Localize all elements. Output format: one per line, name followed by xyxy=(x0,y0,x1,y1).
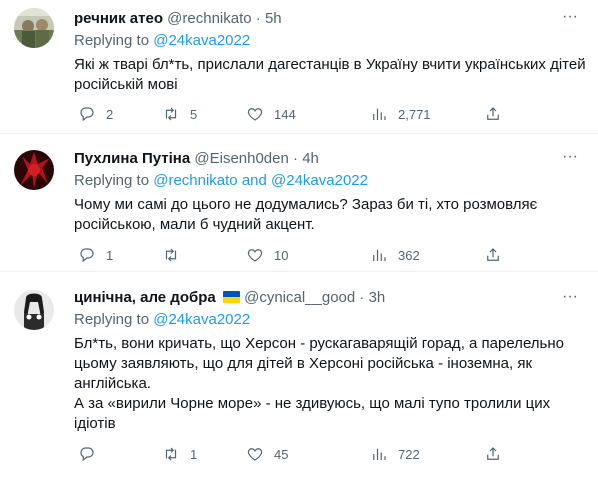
separator-dot: · xyxy=(255,10,261,27)
tweet-text-line: ідіотів xyxy=(74,415,116,432)
reply-icon xyxy=(80,447,94,462)
retweet-icon xyxy=(165,107,177,121)
tweet-actions: 1 10 362 xyxy=(74,245,504,265)
author-handle[interactable]: @cynical__good xyxy=(244,289,355,306)
like-button[interactable]: 144 xyxy=(246,104,296,124)
tweet-header: Пухлина Путіна @Eisenh0den · 4h xyxy=(74,149,586,169)
retweet-button[interactable]: 1 xyxy=(162,444,197,464)
heart-icon xyxy=(247,249,263,262)
tweet-header: цинічна, але добра @cynical__good · 3h xyxy=(74,288,586,308)
replying-to-link[interactable]: @24kava2022 xyxy=(153,32,250,49)
views-count: 362 xyxy=(398,247,420,263)
replying-to-link[interactable]: @24kava2022 xyxy=(153,311,250,328)
share-button[interactable] xyxy=(484,444,502,464)
replying-to-link[interactable]: @rechnikato and @24kava2022 xyxy=(153,172,368,189)
separator-dot: · xyxy=(293,150,299,167)
views-button[interactable]: 362 xyxy=(370,245,420,265)
author-handle[interactable]: @Eisenh0den xyxy=(194,150,288,167)
reply-button[interactable]: 2 xyxy=(78,104,113,124)
timestamp[interactable]: 5h xyxy=(265,10,282,27)
replying-to: Replying to @24kava2022 xyxy=(74,310,586,330)
heart-icon xyxy=(247,448,263,461)
replying-to-label: Replying to xyxy=(74,32,150,49)
views-count: 2,771 xyxy=(398,106,431,122)
share-icon xyxy=(487,107,499,120)
tweet-text-line: Бл*ть, вони кричать, що Херсон - рускага… xyxy=(74,335,564,352)
retweet-count: 1 xyxy=(190,446,198,462)
reply-count: 1 xyxy=(106,247,114,263)
more-options-icon[interactable]: ··· xyxy=(560,289,580,312)
reply-icon xyxy=(80,248,94,263)
ukraine-flag-icon xyxy=(222,291,240,303)
tweet-header: речник атео @rechnikato · 5h xyxy=(74,9,586,29)
tweet-text-line: Які ж тварі бл*ть, прислали дагестанців … xyxy=(74,56,586,73)
more-options-icon[interactable]: ··· xyxy=(560,9,580,32)
tweet-text-line: А за «вирили Чорне море» - не здивуюсь, … xyxy=(74,395,551,412)
reply-thread: речник атео @rechnikato · 5h Replying to… xyxy=(0,0,598,481)
heart-icon xyxy=(247,108,263,121)
views-chart-icon xyxy=(373,108,386,120)
share-button[interactable] xyxy=(484,245,502,265)
retweet-icon xyxy=(165,248,177,262)
timestamp[interactable]: 3h xyxy=(369,289,386,306)
views-chart-icon xyxy=(373,448,386,460)
tweet-text-line: англійська. xyxy=(74,375,151,392)
like-count: 10 xyxy=(274,247,289,263)
views-button[interactable]: 2,771 xyxy=(370,104,431,124)
replying-to-label: Replying to xyxy=(74,311,150,328)
separator-dot: · xyxy=(359,289,365,306)
reply-button[interactable] xyxy=(78,444,106,464)
tweet-actions: 2 5 144 2,771 xyxy=(74,104,504,124)
like-button[interactable]: 10 xyxy=(246,245,288,265)
avatar[interactable] xyxy=(14,8,54,48)
replying-to-label: Replying to xyxy=(74,172,150,189)
views-chart-icon xyxy=(373,249,386,261)
avatar-image xyxy=(14,150,54,190)
tweet-text-line: російській мові xyxy=(74,76,178,93)
tweet-text: Бл*ть, вони кричать, що Херсон - рускага… xyxy=(74,334,586,434)
views-count: 722 xyxy=(398,446,420,462)
replying-to: Replying to @24kava2022 xyxy=(74,31,586,51)
tweet[interactable]: речник атео @rechnikato · 5h Replying to… xyxy=(0,0,598,133)
tweet-text-line: Чому ми самі до цього не додумались? Зар… xyxy=(74,196,538,213)
avatar-image xyxy=(14,290,54,330)
like-count: 144 xyxy=(274,106,296,122)
tweet-text: Чому ми самі до цього не додумались? Зар… xyxy=(74,195,586,235)
views-button[interactable]: 722 xyxy=(370,444,420,464)
tweet[interactable]: Пухлина Путіна @Eisenh0den · 4h Replying… xyxy=(0,134,598,271)
share-icon xyxy=(487,248,499,261)
share-icon xyxy=(487,447,499,460)
replying-to: Replying to @rechnikato and @24kava2022 xyxy=(74,171,586,191)
avatar-image xyxy=(14,8,54,48)
reply-button[interactable]: 1 xyxy=(78,245,113,265)
author-name[interactable]: речник атео xyxy=(74,10,163,27)
reply-icon xyxy=(80,107,94,122)
tweet-text-line: цьому заявляють, що для дітей в Херсоні … xyxy=(74,355,533,372)
more-options-icon[interactable]: ··· xyxy=(560,149,580,172)
tweet-text-line: російською, мали б чудний акцент. xyxy=(74,216,315,233)
avatar[interactable] xyxy=(14,290,54,330)
share-button[interactable] xyxy=(484,104,502,124)
avatar[interactable] xyxy=(14,150,54,190)
retweet-count: 5 xyxy=(190,106,198,122)
timestamp[interactable]: 4h xyxy=(302,150,319,167)
retweet-button[interactable] xyxy=(162,245,190,265)
author-name[interactable]: Пухлина Путіна xyxy=(74,150,190,167)
author-handle[interactable]: @rechnikato xyxy=(167,10,251,27)
retweet-icon xyxy=(165,447,177,461)
like-button[interactable]: 45 xyxy=(246,444,288,464)
reply-count: 2 xyxy=(106,106,114,122)
retweet-button[interactable]: 5 xyxy=(162,104,197,124)
like-count: 45 xyxy=(274,446,289,462)
tweet-text: Які ж тварі бл*ть, прислали дагестанців … xyxy=(74,55,586,95)
tweet-actions: 1 45 722 xyxy=(74,444,504,464)
tweet[interactable]: цинічна, але добра @cynical__good · 3h R… xyxy=(0,272,598,481)
author-name[interactable]: цинічна, але добра xyxy=(74,289,216,306)
